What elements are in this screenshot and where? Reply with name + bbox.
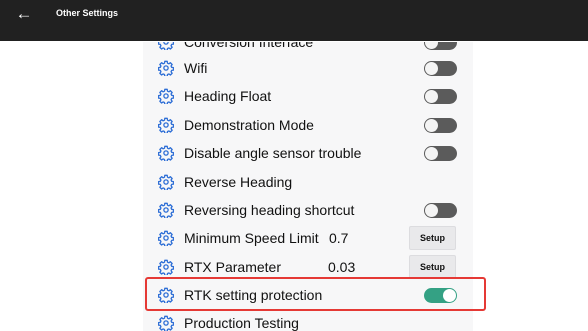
gear-icon <box>158 315 174 331</box>
setting-row-reversing-heading-shortcut: Reversing heading shortcut <box>143 196 473 224</box>
minimum-speed-limit-value: 0.7 <box>329 230 349 246</box>
setting-label: Reverse Heading <box>184 174 293 190</box>
gear-icon <box>158 174 174 190</box>
back-arrow-icon[interactable]: ← <box>14 4 34 24</box>
setting-row-heading-float: Heading Float <box>143 82 473 110</box>
toggle-knob <box>425 42 438 49</box>
top-app-bar: ← Other Settings <box>0 0 588 41</box>
setting-row-production-testing[interactable]: Production Testing <box>143 309 473 331</box>
gear-icon <box>158 88 174 104</box>
heading-float-toggle[interactable] <box>424 89 457 104</box>
gear-icon <box>158 145 174 161</box>
setting-label: Heading Float <box>184 88 272 104</box>
disable-angle-sensor-trouble-toggle[interactable] <box>424 146 457 161</box>
setting-row-minimum-speed-limit: Minimum Speed Limit 0.7 Setup <box>143 224 473 252</box>
setting-label: Demonstration Mode <box>184 117 314 133</box>
toggle-knob <box>425 62 438 75</box>
reversing-heading-shortcut-toggle[interactable] <box>424 203 457 218</box>
setting-label: Reversing heading shortcut <box>184 202 355 218</box>
setting-label: Disable angle sensor trouble <box>184 145 362 161</box>
gear-icon <box>158 60 174 76</box>
setting-row-wifi: Wifi <box>143 54 473 82</box>
setting-label: Wifi <box>184 60 208 76</box>
toggle-knob <box>425 204 438 217</box>
gear-icon <box>158 117 174 133</box>
toggle-knob <box>425 147 438 160</box>
setting-row-demonstration-mode: Demonstration Mode <box>143 111 473 139</box>
toggle-knob <box>425 119 438 132</box>
gear-icon <box>158 230 174 246</box>
page-title: Other Settings <box>56 8 119 18</box>
setting-label: Minimum Speed Limit <box>184 230 319 246</box>
gear-icon <box>158 42 174 50</box>
minimum-speed-limit-setup-button[interactable]: Setup <box>409 226 456 250</box>
setting-row-reverse-heading[interactable]: Reverse Heading <box>143 168 473 196</box>
toggle-knob <box>425 90 438 103</box>
setting-row-disable-angle-sensor-trouble: Disable angle sensor trouble <box>143 139 473 167</box>
demonstration-mode-toggle[interactable] <box>424 118 457 133</box>
wifi-toggle[interactable] <box>424 61 457 76</box>
rtx-parameter-setup-button[interactable]: Setup <box>409 255 456 279</box>
conversion-interface-toggle[interactable] <box>424 42 457 50</box>
gear-icon <box>158 259 174 275</box>
highlight-box <box>145 277 486 311</box>
gear-icon <box>158 202 174 218</box>
setting-label: Production Testing <box>184 315 299 331</box>
